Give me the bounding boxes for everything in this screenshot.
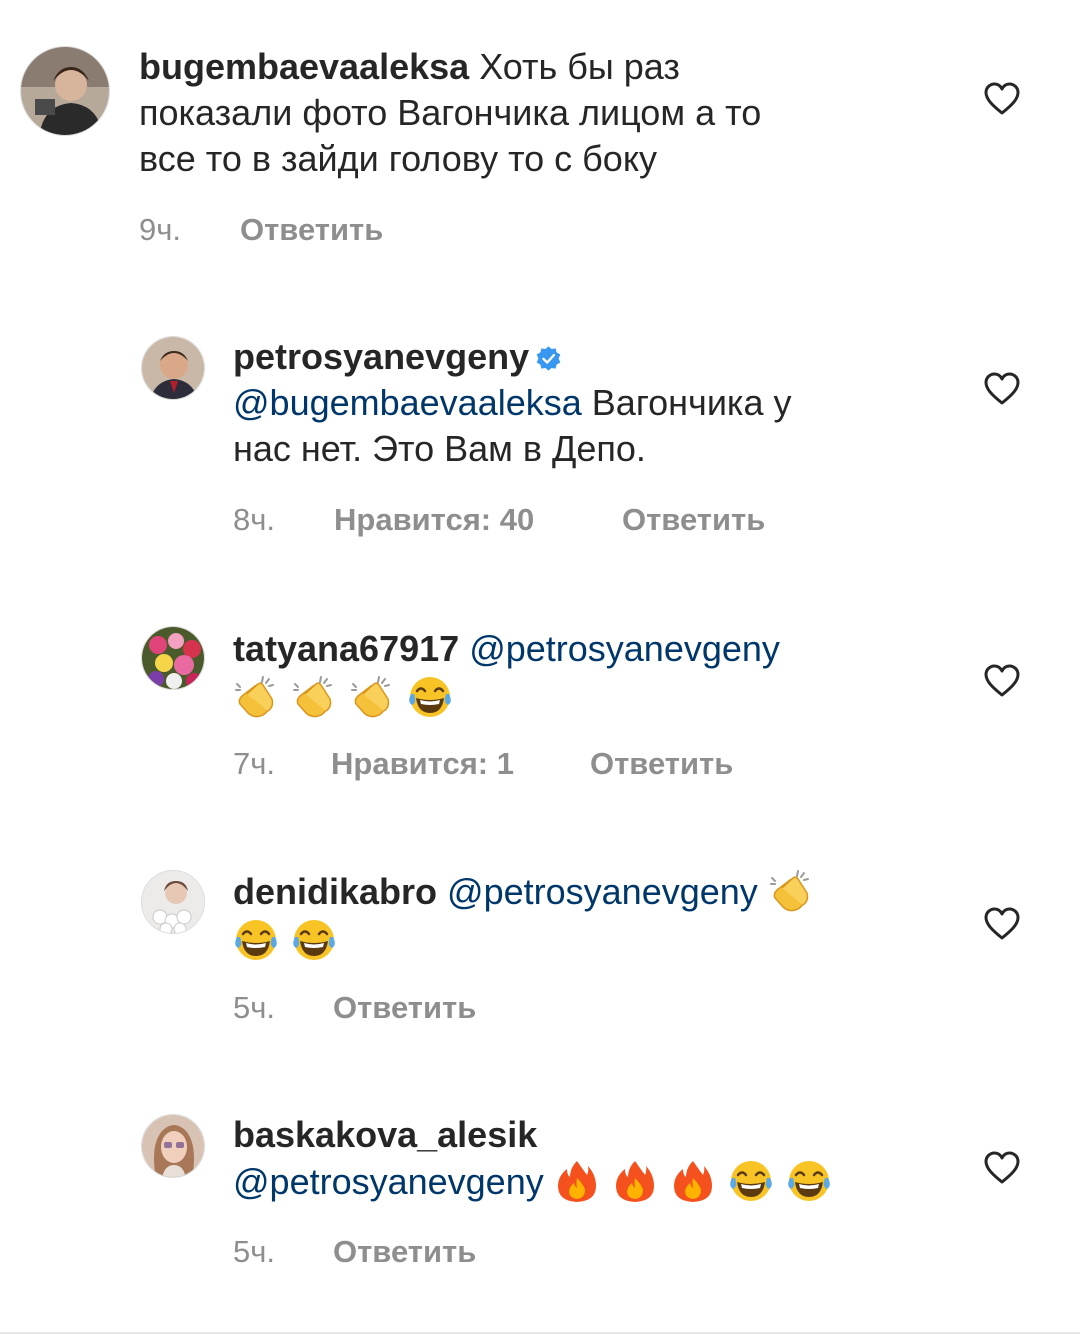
comment-time: 5ч. xyxy=(233,990,276,1025)
comment-body: bugembaevaaleksa Хоть бы раз показали фо… xyxy=(139,44,969,182)
comment-body: baskakova_alesik @petrosyanevgeny xyxy=(233,1112,973,1205)
comment-text: показали фото Вагончика лицом а то xyxy=(139,92,762,133)
like-heart-icon[interactable] xyxy=(984,1151,1020,1185)
comment-text: Вагончика у xyxy=(581,382,792,423)
comment-meta: 9ч. Ответить xyxy=(139,212,383,248)
comment-username[interactable]: bugembaevaaleksa xyxy=(139,46,469,87)
comment-username[interactable]: tatyana67917 xyxy=(233,628,459,669)
verified-badge-icon xyxy=(536,346,561,371)
like-heart-icon[interactable] xyxy=(984,664,1020,698)
clapping-hands-emoji-icon xyxy=(233,674,279,720)
comment-body: petrosyanevgeny @bugembaevaaleksa Вагонч… xyxy=(233,334,973,472)
likes-count[interactable]: Нравится: 1 xyxy=(331,746,590,782)
tears-of-joy-emoji-icon xyxy=(233,917,279,963)
tears-of-joy-emoji-icon xyxy=(407,674,453,720)
avatar[interactable] xyxy=(141,626,205,690)
avatar[interactable] xyxy=(141,336,205,400)
clapping-hands-emoji-icon xyxy=(349,674,395,720)
emoji-row xyxy=(233,917,973,964)
comment-meta: 5ч. Ответить xyxy=(233,990,476,1026)
comment-text: нас нет. Это Вам в Депо. xyxy=(233,428,646,469)
tears-of-joy-emoji-icon xyxy=(728,1158,774,1204)
divider xyxy=(0,1332,1080,1334)
comment-time: 5ч. xyxy=(233,1234,276,1269)
likes-count[interactable]: Нравится: 40 xyxy=(334,502,622,538)
comment-time: 9ч. xyxy=(139,212,182,247)
like-heart-icon[interactable] xyxy=(984,372,1020,406)
fire-emoji-icon xyxy=(612,1158,658,1204)
fire-emoji-icon xyxy=(554,1158,600,1204)
comment-body: tatyana67917 @petrosyanevgeny xyxy=(233,626,973,721)
reply-button[interactable]: Ответить xyxy=(240,212,383,248)
mention-link[interactable]: @bugembaevaaleksa xyxy=(233,382,582,423)
reply-button[interactable]: Ответить xyxy=(333,990,476,1026)
comment-meta: 5ч. Ответить xyxy=(233,1234,476,1270)
reply-button[interactable]: Ответить xyxy=(622,502,765,538)
comment-time: 8ч. xyxy=(233,502,276,537)
mention-link[interactable]: @petrosyanevgeny xyxy=(469,628,780,669)
like-heart-icon[interactable] xyxy=(984,907,1020,941)
avatar[interactable] xyxy=(141,870,205,934)
comment-text: Хоть бы раз xyxy=(469,46,680,87)
avatar[interactable] xyxy=(141,1114,205,1178)
comment-username[interactable]: baskakova_alesik xyxy=(233,1114,537,1155)
clapping-hands-emoji-icon xyxy=(291,674,337,720)
comment-username[interactable]: petrosyanevgeny xyxy=(233,336,529,377)
tears-of-joy-emoji-icon xyxy=(786,1158,832,1204)
comment-time: 7ч. xyxy=(233,746,276,781)
comment-meta: 7ч. Нравится: 1 Ответить xyxy=(233,746,733,782)
comment-meta: 8ч. Нравится: 40 Ответить xyxy=(233,502,765,538)
comment-username[interactable]: denidikabro xyxy=(233,871,437,912)
clapping-hands-emoji-icon xyxy=(768,868,814,914)
comment-text: все то в зайди голову то с боку xyxy=(139,138,657,179)
mention-link[interactable]: @petrosyanevgeny xyxy=(233,1161,544,1202)
reply-button[interactable]: Ответить xyxy=(333,1234,476,1270)
like-heart-icon[interactable] xyxy=(984,82,1020,116)
reply-button[interactable]: Ответить xyxy=(590,746,733,782)
emoji-row xyxy=(233,674,973,721)
fire-emoji-icon xyxy=(670,1158,716,1204)
comment-body: denidikabro @petrosyanevgeny xyxy=(233,868,973,964)
mention-link[interactable]: @petrosyanevgeny xyxy=(447,871,758,912)
avatar[interactable] xyxy=(20,46,110,136)
tears-of-joy-emoji-icon xyxy=(291,917,337,963)
